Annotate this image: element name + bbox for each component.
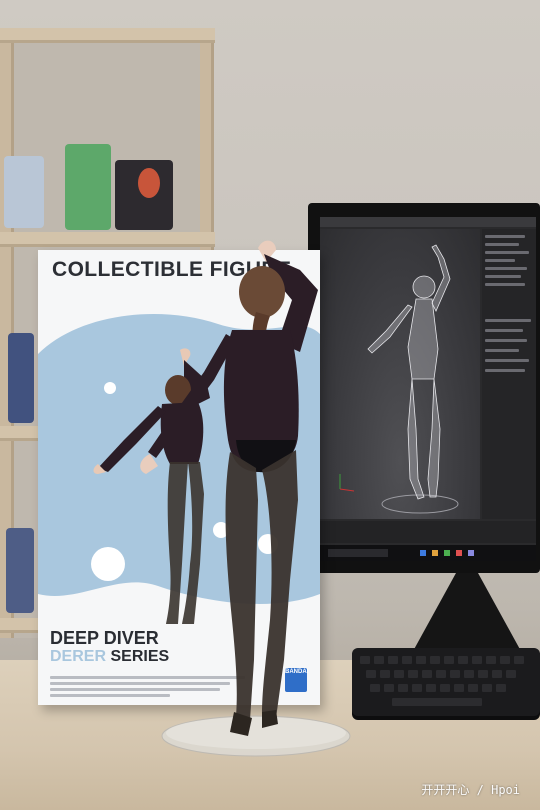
figure-head [239, 266, 285, 318]
figure-leg-left [225, 452, 258, 720]
figure-leg-right [262, 450, 298, 718]
photo-watermark: 开开开心 / Hpoi [421, 783, 520, 797]
figure-base-top [166, 717, 346, 749]
figure [140, 240, 351, 757]
photo-scene: COLLECTIBLE FIGURE DEEP DIVER DERER SERI… [0, 0, 540, 810]
figure-arm-lowered [148, 334, 236, 458]
